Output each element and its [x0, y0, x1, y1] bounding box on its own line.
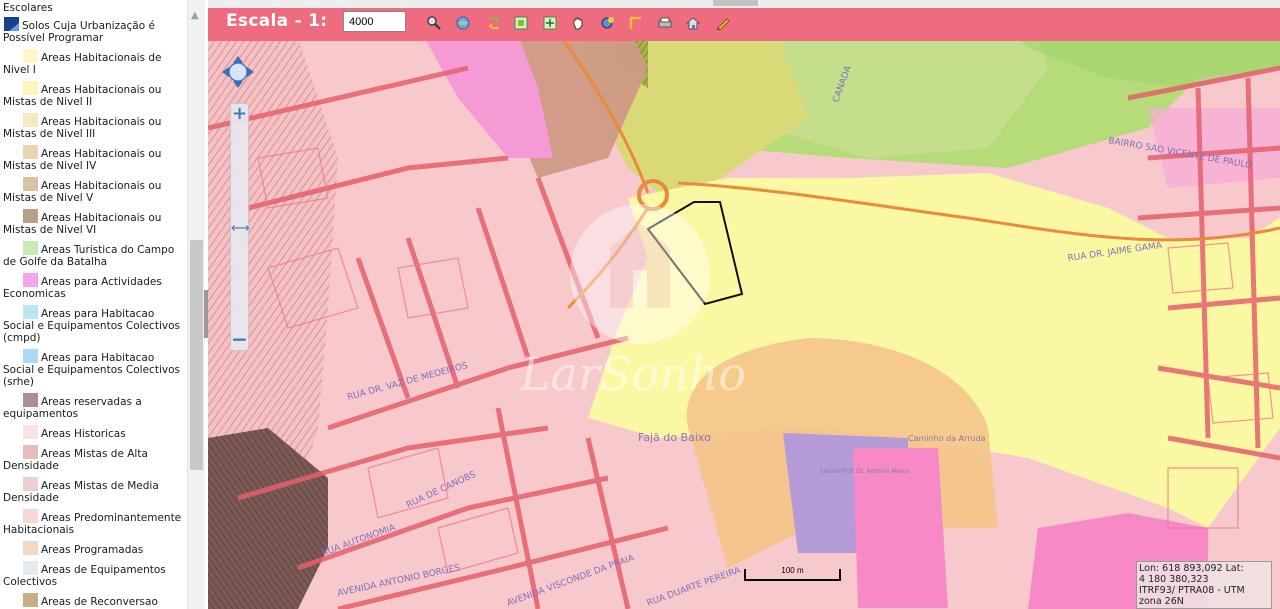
legend-swatch — [23, 509, 38, 523]
legend-swatch — [23, 273, 38, 287]
zoom-in-icon[interactable]: + — [231, 104, 248, 124]
legend-swatch — [23, 541, 38, 555]
scale-bar-label: 100 m — [781, 566, 804, 575]
legend-swatch — [23, 177, 38, 191]
legend-item: Areas reservadas a equipamentos — [0, 393, 186, 420]
scale-label: Escala - 1: — [226, 11, 328, 31]
pan-control[interactable] — [221, 55, 255, 89]
full-extent-icon[interactable] — [542, 15, 558, 31]
legend-item: Areas Habitacionais ou Mistas de Nivel I… — [0, 81, 186, 108]
legend-swatch — [23, 477, 38, 491]
legend-item: Areas Habitacionais ou Mistas de Nivel V… — [0, 209, 186, 236]
label-faja-baixo: Fajã do Baixo — [638, 431, 711, 444]
flag-icon — [4, 17, 19, 31]
legend-header: Escolares — [3, 2, 53, 14]
legend-swatch — [23, 145, 38, 159]
home-icon[interactable] — [685, 15, 701, 31]
zoom-handle-icon[interactable]: ⟷ — [231, 222, 250, 236]
map-top-handle — [713, 0, 758, 6]
legend-item: Areas Habitacionais ou Mistas de Nivel V — [0, 177, 186, 204]
legend-items: Solos Cuja Urbanização é Possível Progra… — [0, 17, 186, 609]
legend-item: Areas Mistas de Alta Densidade — [0, 445, 186, 472]
legend-scrollbar[interactable]: ▲ — [187, 0, 205, 609]
legend-list: Escolares Solos Cuja Urbanização é Possí… — [0, 0, 186, 609]
legend-item: Areas para Habitacao Social e Equipament… — [0, 305, 186, 344]
legend-label: Areas Historicas — [41, 428, 126, 440]
coords-lon: Lon: 618 893,092 Lat: — [1139, 563, 1244, 574]
legend-item: Areas Turistica do Campo de Golfe da Bat… — [0, 241, 186, 268]
refresh-icon[interactable] — [486, 15, 502, 31]
watermark-text: LarSonho — [519, 347, 746, 401]
legend-item: Areas Programadas — [0, 541, 186, 556]
coordinates-readout: Lon: 618 893,092 Lat: 4 180 380,323 ITRF… — [1136, 561, 1272, 609]
legend-swatch — [23, 561, 38, 575]
legend-label: Areas de Reconversao — [41, 596, 158, 608]
legend-swatch — [23, 209, 38, 223]
measure-icon[interactable] — [628, 15, 644, 31]
label-caminho-arruda: Caminho da Arruda — [908, 434, 986, 443]
legend-item: Areas Habitacionais ou Mistas de Nivel I… — [0, 113, 186, 140]
legend-swatch — [23, 113, 38, 127]
pan-hand-icon[interactable] — [570, 15, 586, 31]
map-canvas[interactable]: RUA DR. JAIME GAMA RUA DR. VAZ DE MEDEIR… — [208, 8, 1280, 609]
coords-zone: zona 26N — [1139, 596, 1184, 607]
identify-icon[interactable] — [600, 15, 616, 31]
scale-input[interactable] — [343, 11, 406, 32]
legend-swatch — [23, 81, 38, 95]
layers-icon[interactable] — [455, 15, 471, 31]
scroll-up-icon[interactable]: ▲ — [191, 10, 199, 21]
legend-item: Areas para Habitacao Social e Equipament… — [0, 349, 186, 388]
legend-item: Areas Habitacionais ou Mistas de Nivel I… — [0, 145, 186, 172]
zoom-in-tool-icon[interactable] — [426, 15, 442, 31]
scroll-thumb[interactable] — [190, 240, 203, 470]
legend-item: Areas Historicas — [0, 425, 186, 440]
label-escola: Escola Prof. Dr. Antonio Matos — [820, 468, 909, 475]
legend-swatch — [23, 425, 38, 439]
legend-item: Areas Predominantemente Habitacionais — [0, 509, 186, 536]
legend-item: Areas para Actividades Economicas — [0, 273, 186, 300]
legend-label: Solos Cuja Urbanização é Possível Progra… — [3, 20, 155, 44]
legend-item: Areas de Reconversao — [0, 593, 186, 608]
zoom-slider[interactable]: + ⟷ − — [230, 103, 250, 351]
pan-arrows-icon — [222, 56, 254, 88]
legend-panel: Escolares Solos Cuja Urbanização é Possí… — [0, 0, 205, 609]
legend-swatch — [23, 305, 38, 319]
legend-swatch — [23, 49, 38, 63]
toolbar: Escala - 1: — [208, 8, 1280, 41]
legend-swatch — [23, 593, 38, 607]
legend-item: Areas de Equipamentos Colectivos — [0, 561, 186, 588]
legend-item: Areas Mistas de Media Densidade — [0, 477, 186, 504]
coords-lat: 4 180 380,323 — [1139, 574, 1209, 585]
draw-pencil-icon[interactable] — [715, 15, 731, 31]
zoom-box-icon[interactable] — [513, 15, 529, 31]
map-view[interactable]: RUA DR. JAIME GAMA RUA DR. VAZ DE MEDEIR… — [208, 0, 1280, 609]
print-icon[interactable] — [657, 15, 673, 31]
legend-swatch — [23, 445, 38, 459]
legend-item: Solos Cuja Urbanização é Possível Progra… — [0, 17, 186, 44]
legend-label: Areas Programadas — [41, 544, 144, 556]
scale-bar: 100 m — [744, 566, 841, 581]
legend-swatch — [23, 393, 38, 407]
legend-swatch — [23, 241, 38, 255]
zoom-out-icon[interactable]: − — [231, 329, 248, 350]
map-top-strip — [208, 0, 1280, 8]
coords-crs: ITRF93/ PTRA08 - UTM — [1139, 585, 1245, 596]
legend-item: Areas Habitacionais de Nivel I — [0, 49, 186, 76]
legend-swatch — [23, 349, 38, 363]
